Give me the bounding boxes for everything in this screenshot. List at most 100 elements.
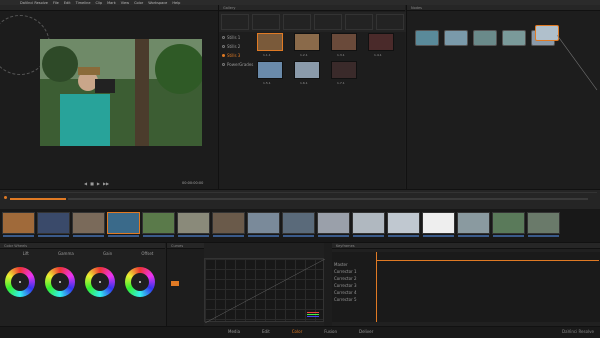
curve-mode-toggle[interactable] [171,281,179,286]
still-thumb[interactable] [294,61,320,79]
menu-help[interactable]: Help [172,1,180,5]
album-icon [222,36,225,39]
gain-wheel[interactable] [85,267,115,297]
still-label: 1.5.1 [263,81,271,85]
wheel-labels: Lift Gamma Gain Offset [8,251,168,256]
menu-clip[interactable]: Clip [95,1,102,5]
lift-wheel[interactable] [5,267,35,297]
viewer-timecode: 00:00:00:00 [182,181,204,185]
still-label: 1.6.1 [300,81,308,85]
clip-thumb[interactable] [37,212,70,237]
still-thumb[interactable] [257,61,283,79]
gamma-wheel[interactable] [45,267,75,297]
menu-edit[interactable]: Edit [64,1,71,5]
keyframe-master-line [377,260,599,261]
node-output-link [557,35,598,91]
track-label[interactable]: Corrector 2 [334,276,357,281]
track-label[interactable]: Corrector 1 [334,269,357,274]
keyframe-playhead[interactable] [376,252,377,322]
clip-thumb[interactable] [317,212,350,237]
clip-thumb[interactable] [387,212,420,237]
offset-wheel[interactable] [125,267,155,297]
track-label[interactable]: Corrector 5 [334,297,357,302]
curves-graph[interactable] [204,258,326,324]
curves-header: Curves [167,243,204,249]
still-thumb[interactable] [294,33,320,51]
memory-slot[interactable] [314,14,342,30]
album-item[interactable]: Stills 1 [222,35,253,40]
clip-thumb[interactable] [492,212,525,237]
page-tab-edit[interactable]: Edit [262,329,270,334]
menu-app[interactable]: DaVinci Resolve [20,1,48,5]
node-1[interactable] [415,30,439,46]
viewer-header [0,5,218,11]
page-navigation: Media Edit Color Fusion Deliver DaVinci … [0,326,600,338]
memory-slot[interactable] [221,14,249,30]
still-thumb[interactable] [331,33,357,51]
play-icon[interactable]: ▶ [97,181,100,186]
node-title: Nodes [411,5,422,10]
clip-thumb[interactable] [247,212,280,237]
clip-thumb[interactable] [72,212,105,237]
memory-slot[interactable] [252,14,280,30]
node-4[interactable] [502,30,526,46]
node-2[interactable] [444,30,468,46]
menu-view[interactable]: View [121,1,129,5]
album-label: Stills 3 [227,53,241,58]
still-thumb[interactable] [331,61,357,79]
still-label: 1.2.1 [300,53,308,57]
playhead-icon[interactable] [4,196,7,199]
clip-thumb[interactable] [457,212,490,237]
page-tab-color[interactable]: Color [292,329,302,334]
mini-timeline[interactable] [0,189,600,209]
track-label[interactable]: Master [334,262,357,267]
page-tab-deliver[interactable]: Deliver [359,329,373,334]
stop-icon[interactable]: ■ [90,181,94,186]
menu-file[interactable]: File [53,1,59,5]
clip-thumb-selected[interactable] [107,212,140,237]
green-channel-icon [307,314,319,315]
track-label[interactable]: Corrector 4 [334,290,357,295]
blue-channel-icon [307,316,319,317]
memory-slot[interactable] [376,14,404,30]
memory-slot[interactable] [283,14,311,30]
video-frame [40,39,202,146]
curves-title: Curves [171,243,184,248]
page-tab-fusion[interactable]: Fusion [324,329,337,334]
node-editor-panel: Nodes [406,5,600,189]
clip-thumb[interactable] [177,212,210,237]
album-item[interactable]: Stills 3 [222,53,253,58]
gallery-panel: Gallery Stills 1 Stills 2 Stills 3 Power… [218,5,406,189]
still-label: 1.3.1 [337,53,345,57]
clip-thumb[interactable] [422,212,455,237]
lift-label: Lift [22,251,29,256]
still-thumb[interactable] [257,33,283,51]
timeline-clip-active[interactable] [10,198,66,200]
clip-thumb[interactable] [352,212,385,237]
node-6[interactable] [535,25,559,41]
keyframes-header: Keyframes [332,243,600,249]
clip-thumb[interactable] [142,212,175,237]
menu-timeline[interactable]: Timeline [76,1,91,5]
timeline-track[interactable] [68,198,588,200]
clip-thumb[interactable] [2,212,35,237]
next-icon[interactable]: ▶▶ [103,181,109,186]
still-thumb[interactable] [368,33,394,51]
timeline-ruler [3,192,597,193]
menu-color[interactable]: Color [134,1,143,5]
memory-slot[interactable] [345,14,373,30]
menu-workspace[interactable]: Workspace [148,1,167,5]
prev-icon[interactable]: ◀ [84,181,87,186]
transport-controls: ◀ ■ ▶ ▶▶ [84,180,124,186]
album-item[interactable]: Stills 2 [222,44,253,49]
clip-thumb[interactable] [282,212,315,237]
track-label[interactable]: Corrector 3 [334,283,357,288]
clip-thumb[interactable] [527,212,560,237]
page-tab-media[interactable]: Media [228,329,240,334]
clip-thumb[interactable] [212,212,245,237]
wheels-header: Color Wheels [0,243,165,249]
menu-mark[interactable]: Mark [107,1,116,5]
gamma-label: Gamma [58,251,74,256]
node-3[interactable] [473,30,497,46]
album-item[interactable]: PowerGrades [222,62,253,67]
